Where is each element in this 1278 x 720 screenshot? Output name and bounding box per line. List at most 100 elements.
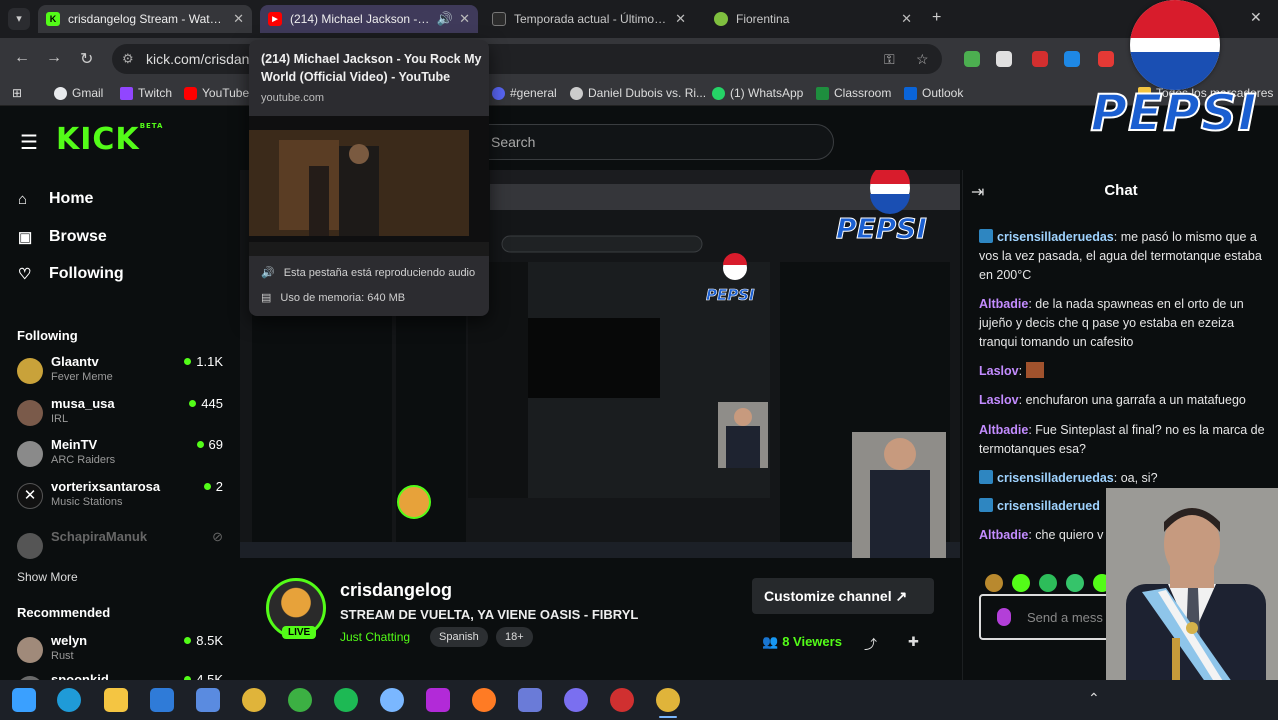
tab-kick[interactable]: K crisdangelog Stream - Watch Li ✕ xyxy=(38,5,252,33)
tray-chevron-icon[interactable]: ⌃ xyxy=(1088,690,1100,707)
following-channel[interactable]: Glaantv Fever Meme 1.1K xyxy=(17,354,225,394)
edge-icon[interactable] xyxy=(57,688,81,712)
share-icon[interactable]: ⤴ xyxy=(864,634,877,653)
tab-hover-card: (214) Michael Jackson - You Rock My Worl… xyxy=(249,40,489,316)
chat-username[interactable]: crisensilladeruedas xyxy=(997,471,1114,485)
sidebar-item-following[interactable]: ♡ Following xyxy=(18,265,124,283)
mail-icon[interactable] xyxy=(150,688,174,712)
following-channel[interactable]: ✕ vorterixsantarosa Music Stations 2 xyxy=(17,479,225,519)
chat-username[interactable]: Laslov xyxy=(979,393,1019,407)
extension-icon[interactable] xyxy=(996,51,1012,67)
address-bar[interactable]: ⚙ kick.com/crisdang ⚿ ☆ xyxy=(112,44,942,74)
show-more-link[interactable]: Show More xyxy=(17,570,78,584)
apps-grid-icon[interactable]: ⊞ xyxy=(12,86,22,100)
viewer-count: 69 xyxy=(197,437,223,452)
hover-card-title: (214) Michael Jackson - You Rock My Worl… xyxy=(261,52,482,84)
chrome-active-icon[interactable] xyxy=(656,688,680,718)
c-app-icon[interactable] xyxy=(426,688,450,712)
new-tab-button[interactable]: + xyxy=(932,9,941,27)
chat-username[interactable]: Altbadie xyxy=(979,297,1028,311)
file-explorer-icon[interactable] xyxy=(104,688,128,712)
add-user-icon[interactable]: ✚ xyxy=(908,634,919,650)
chat-username[interactable]: crisensilladeruedas xyxy=(997,230,1114,244)
channel-category: Fever Meme xyxy=(51,371,113,383)
close-tab-icon[interactable]: ✕ xyxy=(675,11,686,27)
store-icon[interactable] xyxy=(196,688,220,712)
bookmark-whatsapp[interactable]: (1) WhatsApp xyxy=(712,86,803,100)
obs-icon[interactable] xyxy=(610,688,634,712)
xbox-icon[interactable] xyxy=(288,688,312,712)
extension-icon[interactable] xyxy=(1032,51,1048,67)
tab-fiorentina[interactable]: Fiorentina ✕ xyxy=(706,5,920,33)
firefox-icon[interactable] xyxy=(472,688,496,712)
search-input[interactable]: Search xyxy=(470,124,834,160)
bookmark-twitch[interactable]: Twitch xyxy=(120,86,172,100)
tab-preview-thumbnail xyxy=(249,116,489,256)
bookmark-dubois[interactable]: Daniel Dubois vs. Ri... xyxy=(570,86,706,100)
viewer-count: 1.1K xyxy=(184,354,223,369)
emote-icon[interactable] xyxy=(985,574,1003,592)
tab-title: Temporada actual - Últimos lan xyxy=(514,12,670,26)
discord-icon xyxy=(492,86,505,100)
bookmark-label: Twitch xyxy=(138,86,173,100)
collapse-chat-icon[interactable]: ⇥ xyxy=(971,182,984,202)
chat-username[interactable]: crisensilladerued xyxy=(997,499,1100,513)
spotify-icon[interactable] xyxy=(334,688,358,712)
bookmark-classroom[interactable]: Classroom xyxy=(816,86,891,100)
close-tab-icon[interactable]: ✕ xyxy=(233,11,244,27)
recommended-channel[interactable]: welyn Rust 8.5K xyxy=(17,633,225,673)
chat-username[interactable]: Altbadie xyxy=(979,528,1028,542)
sidebar-item-browse[interactable]: ▣ Browse xyxy=(18,228,107,246)
following-channel-offline[interactable]: SchapiraManuk ⊘ xyxy=(17,529,225,569)
bookmark-general[interactable]: #general xyxy=(492,86,557,100)
following-channel[interactable]: MeinTV ARC Raiders 69 xyxy=(17,437,225,477)
emote-icon[interactable] xyxy=(1066,574,1084,592)
site-info-icon[interactable]: ⚙ xyxy=(122,51,134,67)
hover-card-audio: 🔊 Esta pestaña está reproduciendo audio xyxy=(261,266,475,280)
sidebar-item-home[interactable]: ⌂ Home xyxy=(18,190,93,208)
tab-search-button[interactable]: ▾ xyxy=(8,8,30,30)
tab-youtube[interactable]: ▶ (214) Michael Jackson - You 🔊 ✕ xyxy=(260,5,478,33)
close-tab-icon[interactable]: ✕ xyxy=(459,11,470,27)
chrome-icon[interactable] xyxy=(242,688,266,712)
password-key-icon[interactable]: ⚿ xyxy=(884,51,895,68)
sidebar-item-label: Following xyxy=(49,265,124,282)
svg-text:PEPSI: PEPSI xyxy=(706,286,755,304)
microphone-icon[interactable] xyxy=(997,608,1011,626)
discord-icon[interactable] xyxy=(564,688,588,712)
bookmark-outlook[interactable]: Outlook xyxy=(904,86,963,100)
reload-button[interactable]: ↻ xyxy=(80,49,93,69)
video-preview-image xyxy=(249,116,489,256)
bookmark-star-icon[interactable]: ☆ xyxy=(916,51,929,68)
recommended-channel[interactable]: spoonkid 4.5K xyxy=(17,672,225,680)
sphere-icon[interactable] xyxy=(380,688,404,712)
extension-icon[interactable] xyxy=(964,51,980,67)
menu-icon[interactable]: ☰ xyxy=(20,130,38,155)
tag-language[interactable]: Spanish xyxy=(430,627,488,647)
windows-start-icon[interactable] xyxy=(12,688,36,712)
following-channel[interactable]: musa_usa IRL 445 xyxy=(17,396,225,436)
memory-usage-text: Uso de memoria: 640 MB xyxy=(280,291,406,304)
channel-name: Glaantv xyxy=(51,354,99,369)
customize-channel-button[interactable]: Customize channel ↗ xyxy=(752,578,934,614)
chat-username[interactable]: Altbadie xyxy=(979,423,1028,437)
external-link-icon: ↗ xyxy=(895,588,908,604)
close-tab-icon[interactable]: ✕ xyxy=(901,11,912,27)
bookmark-gmail[interactable]: Gmail xyxy=(54,86,103,100)
emote-icon[interactable] xyxy=(1012,574,1030,592)
vscode-icon[interactable] xyxy=(518,688,542,712)
kick-logo[interactable]: KICKBETA xyxy=(56,122,163,157)
tab-temporada[interactable]: Temporada actual - Últimos lan ✕ xyxy=(484,5,694,33)
chat-username[interactable]: Laslov xyxy=(979,364,1019,378)
pepsi-globe-icon xyxy=(1130,0,1220,90)
back-button[interactable]: ← xyxy=(14,49,30,67)
tag-age[interactable]: 18+ xyxy=(496,627,533,647)
search-placeholder: Search xyxy=(491,134,536,150)
gmail-icon xyxy=(54,86,67,100)
forward-button[interactable]: → xyxy=(46,49,62,67)
emote-icon[interactable] xyxy=(1039,574,1057,592)
bookmark-youtube[interactable]: YouTube xyxy=(184,86,249,100)
channel-name[interactable]: crisdangelog xyxy=(340,580,452,601)
stream-category[interactable]: Just Chatting xyxy=(340,630,410,644)
speaker-icon[interactable]: 🔊 xyxy=(437,11,453,27)
